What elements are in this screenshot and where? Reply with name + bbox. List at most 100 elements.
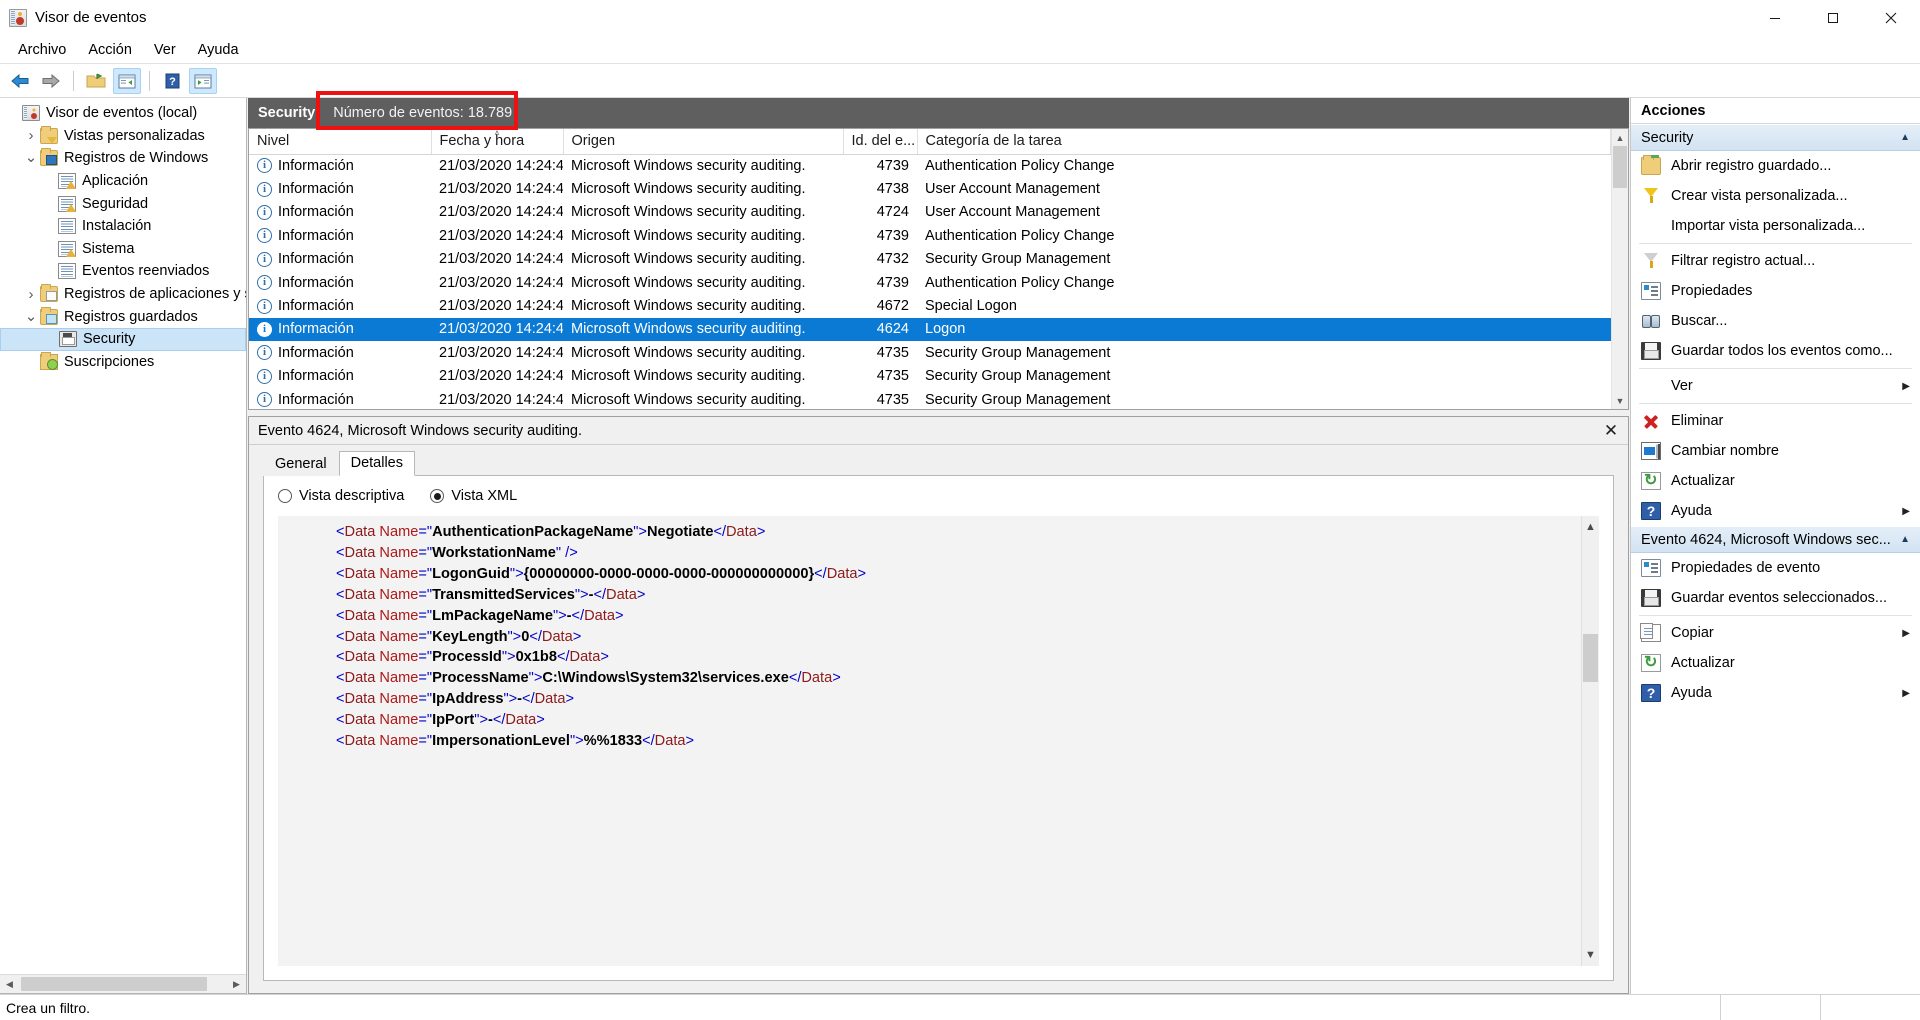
column-header-fecha-hora[interactable]: ˄ Fecha y hora xyxy=(431,129,564,155)
xml-content[interactable]: <Data Name="AuthenticationPackageName">N… xyxy=(278,516,1581,966)
cell-categoria: Authentication Policy Change xyxy=(925,157,1115,174)
open-folder-icon[interactable] xyxy=(82,68,110,94)
table-row[interactable]: i Información 21/03/2020 14:24:41 Microsoft… xyxy=(249,201,1611,224)
level-label: Información xyxy=(278,251,354,268)
tree-hscroll-thumb[interactable] xyxy=(21,977,207,991)
table-row[interactable]: i Información 21/03/2020 14:24:44 Microsoft… xyxy=(249,294,1611,317)
console-tree[interactable]: Visor de eventos (local) › Vistas personal… xyxy=(0,98,246,974)
table-row[interactable]: i Información 21/03/2020 14:24:41 Microsoft… xyxy=(249,248,1611,271)
tab-general[interactable]: General xyxy=(263,452,339,476)
table-row[interactable]: i Información 21/03/2020 14:24:44 Microsoft… xyxy=(249,341,1611,364)
xml-scroll-up-icon[interactable]: ▲ xyxy=(1582,516,1599,538)
minimize-button[interactable] xyxy=(1746,0,1804,36)
scroll-up-icon[interactable]: ▲ xyxy=(1612,129,1628,146)
tree-node-2[interactable]: ⌄ Registros de Windows xyxy=(0,147,246,170)
action-item-0-3[interactable]: Filtrar registro actual... xyxy=(1631,246,1920,276)
menu-ayuda[interactable]: Ayuda xyxy=(188,38,249,62)
event-detail-title: Evento 4624, Microsoft Windows security … xyxy=(258,422,582,439)
tree-node-8[interactable]: › Registros de aplicaciones y se xyxy=(0,283,246,306)
tree-horizontal-scrollbar[interactable]: ◀ ▶ xyxy=(0,974,246,993)
status-cell-1 xyxy=(1720,994,1820,1020)
action-item-0-11[interactable]: Ayuda ▶ xyxy=(1631,496,1920,526)
action-item-1-3[interactable]: Actualizar xyxy=(1631,648,1920,678)
table-row[interactable]: i Información 21/03/2020 14:24:41 Microsoft… xyxy=(249,271,1611,294)
tree-node-0[interactable]: Visor de eventos (local) xyxy=(0,102,246,125)
table-row[interactable]: i Información 21/03/2020 14:24:44 Microsoft… xyxy=(249,317,1611,342)
table-row[interactable]: i Información 21/03/2020 14:24:44 Microsoft… xyxy=(249,365,1611,388)
question-icon[interactable]: ? xyxy=(158,68,186,94)
xml-scroll-track[interactable] xyxy=(1582,538,1599,944)
column-header-id-evento[interactable]: Id. del e... xyxy=(843,129,918,155)
actions-group-header-1[interactable]: Evento 4624, Microsoft Windows sec... ▲ xyxy=(1631,526,1920,553)
menu-accion[interactable]: Acción xyxy=(78,38,142,62)
action-item-1-4[interactable]: Ayuda ▶ xyxy=(1631,678,1920,708)
tree-node-5[interactable]: Instalación xyxy=(0,215,246,238)
event-list-scroll-thumb[interactable] xyxy=(1613,146,1627,188)
close-button[interactable] xyxy=(1862,0,1920,36)
action-item-0-7[interactable]: Ver ▶ xyxy=(1631,371,1920,401)
table-row[interactable]: i Información 21/03/2020 14:24:44 Microsoft… xyxy=(249,388,1611,409)
event-list-scroll-track[interactable] xyxy=(1612,146,1628,392)
table-row[interactable]: i Información 21/03/2020 14:24:41 Microsoft… xyxy=(249,224,1611,247)
tree-hscroll-track[interactable] xyxy=(19,975,227,993)
expander-icon[interactable]: › xyxy=(22,127,40,144)
action-item-1-1[interactable]: Guardar eventos seleccionados... xyxy=(1631,583,1920,613)
actions-pane-icon[interactable] xyxy=(189,67,217,94)
tree-node-4[interactable]: Seguridad xyxy=(0,192,246,215)
chevron-up-icon[interactable]: ▲ xyxy=(1900,534,1910,545)
scroll-right-icon[interactable]: ▶ xyxy=(227,975,246,993)
tree-pane-icon[interactable] xyxy=(113,67,141,94)
actions-group-header-0[interactable]: Security ▲ xyxy=(1631,124,1920,151)
action-item-0-0[interactable]: Abrir registro guardado... xyxy=(1631,151,1920,181)
event-table[interactable]: Nivel ˄ Fecha y hora Origen Id. del e...… xyxy=(249,129,1611,409)
action-item-0-8[interactable]: Eliminar xyxy=(1631,406,1920,436)
table-row[interactable]: i Información 21/03/2020 14:24:41 Microsoft… xyxy=(249,177,1611,200)
column-header-categoria[interactable]: Categoría de la tarea xyxy=(917,129,1611,155)
chevron-right-icon[interactable]: ▶ xyxy=(1902,381,1910,392)
tree-node-1[interactable]: › Vistas personalizadas xyxy=(0,125,246,148)
chevron-right-icon[interactable]: ▶ xyxy=(1902,688,1910,699)
maximize-button[interactable] xyxy=(1804,0,1862,36)
expander-icon[interactable]: ⌄ xyxy=(22,309,40,324)
column-header-nivel[interactable]: Nivel xyxy=(249,129,432,155)
action-item-0-5[interactable]: Buscar... xyxy=(1631,306,1920,336)
tree-node-label: Eventos reenviados xyxy=(82,263,210,280)
tree-node-6[interactable]: Sistema xyxy=(0,238,246,261)
menu-ver[interactable]: Ver xyxy=(144,38,186,62)
radio-vista-xml[interactable]: Vista XML xyxy=(430,488,517,504)
xml-scroll-thumb[interactable] xyxy=(1583,634,1598,682)
tree-node-3[interactable]: Aplicación xyxy=(0,170,246,193)
action-item-1-2[interactable]: Copiar ▶ xyxy=(1631,618,1920,648)
level-label: Información xyxy=(278,157,354,174)
action-item-0-9[interactable]: Cambiar nombre xyxy=(1631,436,1920,466)
action-item-0-6[interactable]: Guardar todos los eventos como... xyxy=(1631,336,1920,366)
column-header-origen[interactable]: Origen xyxy=(563,129,844,155)
chevron-up-icon[interactable]: ▲ xyxy=(1900,132,1910,143)
tree-node-9[interactable]: ⌄ Registros guardados xyxy=(0,305,246,328)
tree-node-7[interactable]: Eventos reenviados xyxy=(0,260,246,283)
action-item-0-2[interactable]: Importar vista personalizada... xyxy=(1631,211,1920,241)
scroll-left-icon[interactable]: ◀ xyxy=(0,975,19,993)
radio-vista-descriptiva[interactable]: Vista descriptiva xyxy=(278,488,404,504)
expander-icon[interactable]: › xyxy=(22,286,40,303)
action-item-0-1[interactable]: Crear vista personalizada... xyxy=(1631,181,1920,211)
xml-vertical-scrollbar[interactable]: ▲ ▼ xyxy=(1581,516,1599,966)
action-item-0-4[interactable]: Propiedades xyxy=(1631,276,1920,306)
xml-scroll-down-icon[interactable]: ▼ xyxy=(1582,944,1599,966)
action-item-0-10[interactable]: Actualizar xyxy=(1631,466,1920,496)
tab-detalles[interactable]: Detalles xyxy=(338,451,415,476)
tree-node-10[interactable]: Security xyxy=(0,327,246,351)
chevron-right-icon[interactable]: ▶ xyxy=(1902,628,1910,639)
expander-icon[interactable]: ⌄ xyxy=(22,150,40,165)
chevron-right-icon[interactable]: ▶ xyxy=(1902,506,1910,517)
action-item-1-0[interactable]: Propiedades de evento xyxy=(1631,553,1920,583)
table-row[interactable]: i Información 21/03/2020 14:24:41 Microsoft… xyxy=(249,154,1611,177)
back-button[interactable] xyxy=(6,68,34,94)
tree-node-11[interactable]: Suscripciones xyxy=(0,351,246,374)
event-list-vertical-scrollbar[interactable]: ▲ ▼ xyxy=(1611,129,1628,409)
scroll-down-icon[interactable]: ▼ xyxy=(1612,392,1628,409)
cell-id-evento: 4732 xyxy=(876,251,909,268)
menu-archivo[interactable]: Archivo xyxy=(8,38,76,62)
close-icon[interactable]: ✕ xyxy=(1600,420,1622,442)
forward-button[interactable] xyxy=(37,68,65,94)
